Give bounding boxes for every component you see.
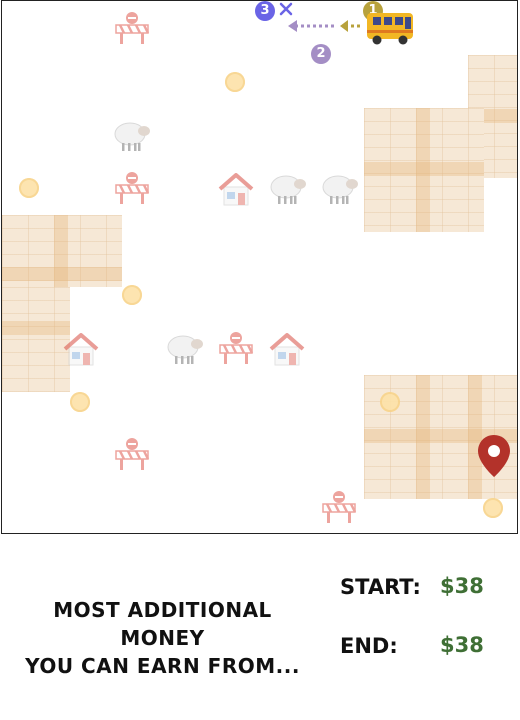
brick-zone bbox=[364, 108, 484, 232]
question-text: MOST ADDITIONAL MONEY YOU CAN EARN FROM.… bbox=[10, 596, 315, 680]
end-label: END: bbox=[340, 634, 398, 658]
close-icon bbox=[279, 2, 293, 16]
roadblock-icon bbox=[115, 438, 150, 470]
coin-icon bbox=[380, 392, 400, 412]
roadblock-icon bbox=[322, 491, 357, 523]
roadblock-icon bbox=[219, 332, 254, 364]
location-pin-icon bbox=[478, 435, 510, 477]
coin-icon bbox=[225, 72, 245, 92]
roadblock-icon bbox=[115, 12, 150, 44]
step-badge-2: 2 bbox=[311, 44, 331, 64]
house-icon bbox=[218, 173, 254, 206]
game-board: 1 2 3 bbox=[1, 0, 518, 534]
school-bus-icon bbox=[367, 13, 413, 45]
route-arrows bbox=[288, 20, 360, 32]
brick-zone bbox=[2, 287, 70, 392]
roadblock-icon bbox=[115, 172, 150, 204]
start-value: $38 bbox=[440, 574, 484, 598]
coin-icon bbox=[19, 178, 39, 198]
sheep-icon bbox=[322, 175, 358, 204]
question-line-1: MOST ADDITIONAL MONEY bbox=[53, 598, 272, 650]
start-label: START: bbox=[340, 575, 421, 599]
coin-icon bbox=[122, 285, 142, 305]
step-badge-3: 3 bbox=[255, 1, 275, 21]
sheep-icon bbox=[167, 335, 203, 364]
sheep-icon bbox=[270, 175, 306, 204]
end-value: $38 bbox=[440, 633, 484, 657]
house-icon bbox=[63, 333, 99, 366]
question-line-2: YOU CAN EARN FROM... bbox=[25, 654, 300, 678]
brick-zone bbox=[2, 215, 122, 287]
coin-icon bbox=[483, 498, 503, 518]
sheep-icon bbox=[114, 122, 150, 151]
house-icon bbox=[269, 333, 305, 366]
coin-icon bbox=[70, 392, 90, 412]
